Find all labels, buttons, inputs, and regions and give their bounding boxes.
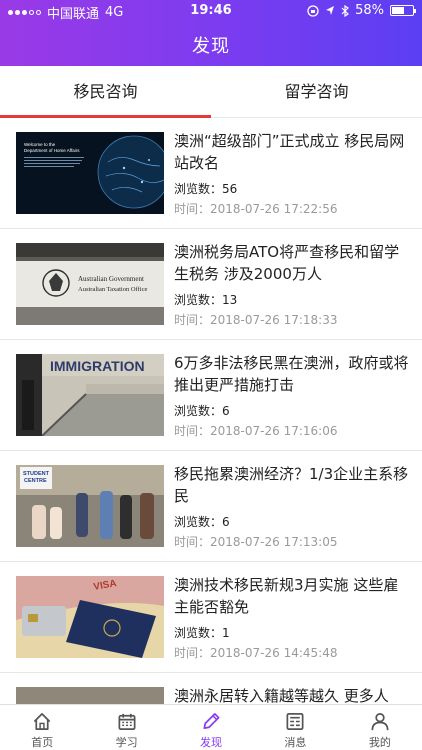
list-item[interactable]: Welcome to the Department of Home Affair… (0, 118, 422, 229)
pencil-icon (203, 713, 220, 730)
bottom-nav: 首页 学习 发现 消息 我的 (0, 704, 422, 750)
article-time: 时间：2018-07-26 14:45:48 (174, 646, 338, 660)
calendar-icon (118, 713, 136, 730)
article-list[interactable]: Welcome to the Department of Home Affair… (0, 118, 422, 704)
article-time: 时间：2018-07-26 17:18:33 (174, 313, 338, 327)
nav-label: 我的 (368, 736, 391, 749)
lock-rotation-icon (307, 4, 319, 17)
article-views: 浏览数：6 (174, 515, 230, 529)
svg-text:CENTRE: CENTRE (24, 478, 47, 484)
article-title: 澳洲“超级部门”正式成立 移民局网站改名 (174, 132, 405, 172)
article-views: 浏览数：13 (174, 293, 238, 307)
article-title: 6万多非法移民黑在澳洲，政府或将推出更严措施打击 (174, 354, 409, 394)
article-info: 澳洲税务局ATO将严查移民和留学生税务 涉及2000万人 浏览数：13 时间：2… (174, 241, 410, 329)
bluetooth-icon (341, 4, 350, 17)
status-right: 58% (307, 3, 416, 18)
article-title: 移民拖累澳洲经济？1/3企业主系移民 (174, 465, 409, 505)
article-title: 澳洲技术移民新规3月实施 这些雇主能否豁免 (174, 576, 399, 616)
svg-text:STUDENT: STUDENT (23, 471, 50, 477)
article-info: 澳洲永居转入籍越等越久 更多人 (174, 685, 410, 704)
home-icon (33, 713, 51, 730)
svg-text:Department of Home Affairs: Department of Home Affairs (24, 148, 80, 153)
article-views: 浏览数：6 (174, 404, 230, 418)
nav-label: 首页 (31, 736, 54, 749)
nav-study[interactable]: 学习 (84, 705, 168, 750)
nav-label: 学习 (115, 736, 138, 749)
article-info: 澳洲“超级部门”正式成立 移民局网站改名 浏览数：56 时间：2018-07-2… (174, 130, 410, 218)
nav-label: 发现 (200, 736, 223, 749)
battery-icon (390, 5, 416, 16)
article-info: 澳洲技术移民新规3月实施 这些雇主能否豁免 浏览数：1 时间：2018-07-2… (174, 574, 410, 662)
article-thumbnail: Welcome to the Department of Home Affair… (16, 132, 164, 214)
article-time: 时间：2018-07-26 17:16:06 (174, 424, 338, 438)
article-title: 澳洲税务局ATO将严查移民和留学生税务 涉及2000万人 (174, 243, 400, 283)
page-title: 发现 (192, 36, 230, 57)
header-bar: 中国联通 4G 19:46 58% 发现 (0, 0, 422, 66)
svg-text:IMMIGRATION: IMMIGRATION (50, 358, 145, 374)
nav-label: 消息 (284, 736, 307, 749)
status-bar: 中国联通 4G 19:46 58% (0, 0, 422, 22)
nav-discover[interactable]: 发现 (169, 705, 253, 750)
list-item[interactable]: Australian Government Australian Taxatio… (0, 229, 422, 340)
person-icon (371, 713, 389, 731)
article-info: 6万多非法移民黑在澳洲，政府或将推出更严措施打击 浏览数：6 时间：2018-0… (174, 352, 410, 440)
list-item[interactable]: 澳洲永居转入籍越等越久 更多人 (0, 673, 422, 704)
nav-messages[interactable]: 消息 (253, 705, 337, 750)
article-thumbnail: Australian Government Australian Taxatio… (16, 243, 164, 325)
list-item[interactable]: IMMIGRATION 6万多非法移民黑在澳洲，政府或将推出更严措施打击 浏览数… (0, 340, 422, 451)
tab-study-abroad[interactable]: 留学咨询 (211, 66, 422, 118)
svg-text:Australian Government: Australian Government (78, 275, 144, 283)
article-time: 时间：2018-07-26 17:13:05 (174, 535, 338, 549)
article-title: 澳洲永居转入籍越等越久 更多人 (174, 687, 389, 704)
article-time: 时间：2018-07-26 17:22:56 (174, 202, 338, 216)
nav-profile[interactable]: 我的 (338, 705, 422, 750)
article-thumbnail: STUDENT CENTRE (16, 465, 164, 547)
tab-immigration[interactable]: 移民咨询 (0, 66, 211, 118)
battery-percent: 58% (355, 3, 384, 18)
tab-bar: 移民咨询 留学咨询 (0, 66, 422, 118)
article-thumbnail: VISA (16, 576, 164, 658)
nav-home[interactable]: 首页 (0, 705, 84, 750)
list-item[interactable]: VISA 澳洲技术移民新规3月实施 这些雇主能否豁免 浏览数：1 时间：2018… (0, 562, 422, 673)
svg-text:Australian Taxation Office: Australian Taxation Office (78, 286, 147, 293)
list-item[interactable]: STUDENT CENTRE 移民拖累澳洲经济？1/3企业主系移民 浏览数：6 … (0, 451, 422, 562)
svg-text:Welcome to the: Welcome to the (24, 142, 56, 147)
location-icon (326, 6, 335, 15)
news-icon (286, 713, 304, 730)
article-thumbnail (16, 687, 164, 704)
article-views: 浏览数：1 (174, 626, 230, 640)
article-views: 浏览数：56 (174, 182, 238, 196)
article-info: 移民拖累澳洲经济？1/3企业主系移民 浏览数：6 时间：2018-07-26 1… (174, 463, 410, 551)
article-thumbnail: IMMIGRATION (16, 354, 164, 436)
